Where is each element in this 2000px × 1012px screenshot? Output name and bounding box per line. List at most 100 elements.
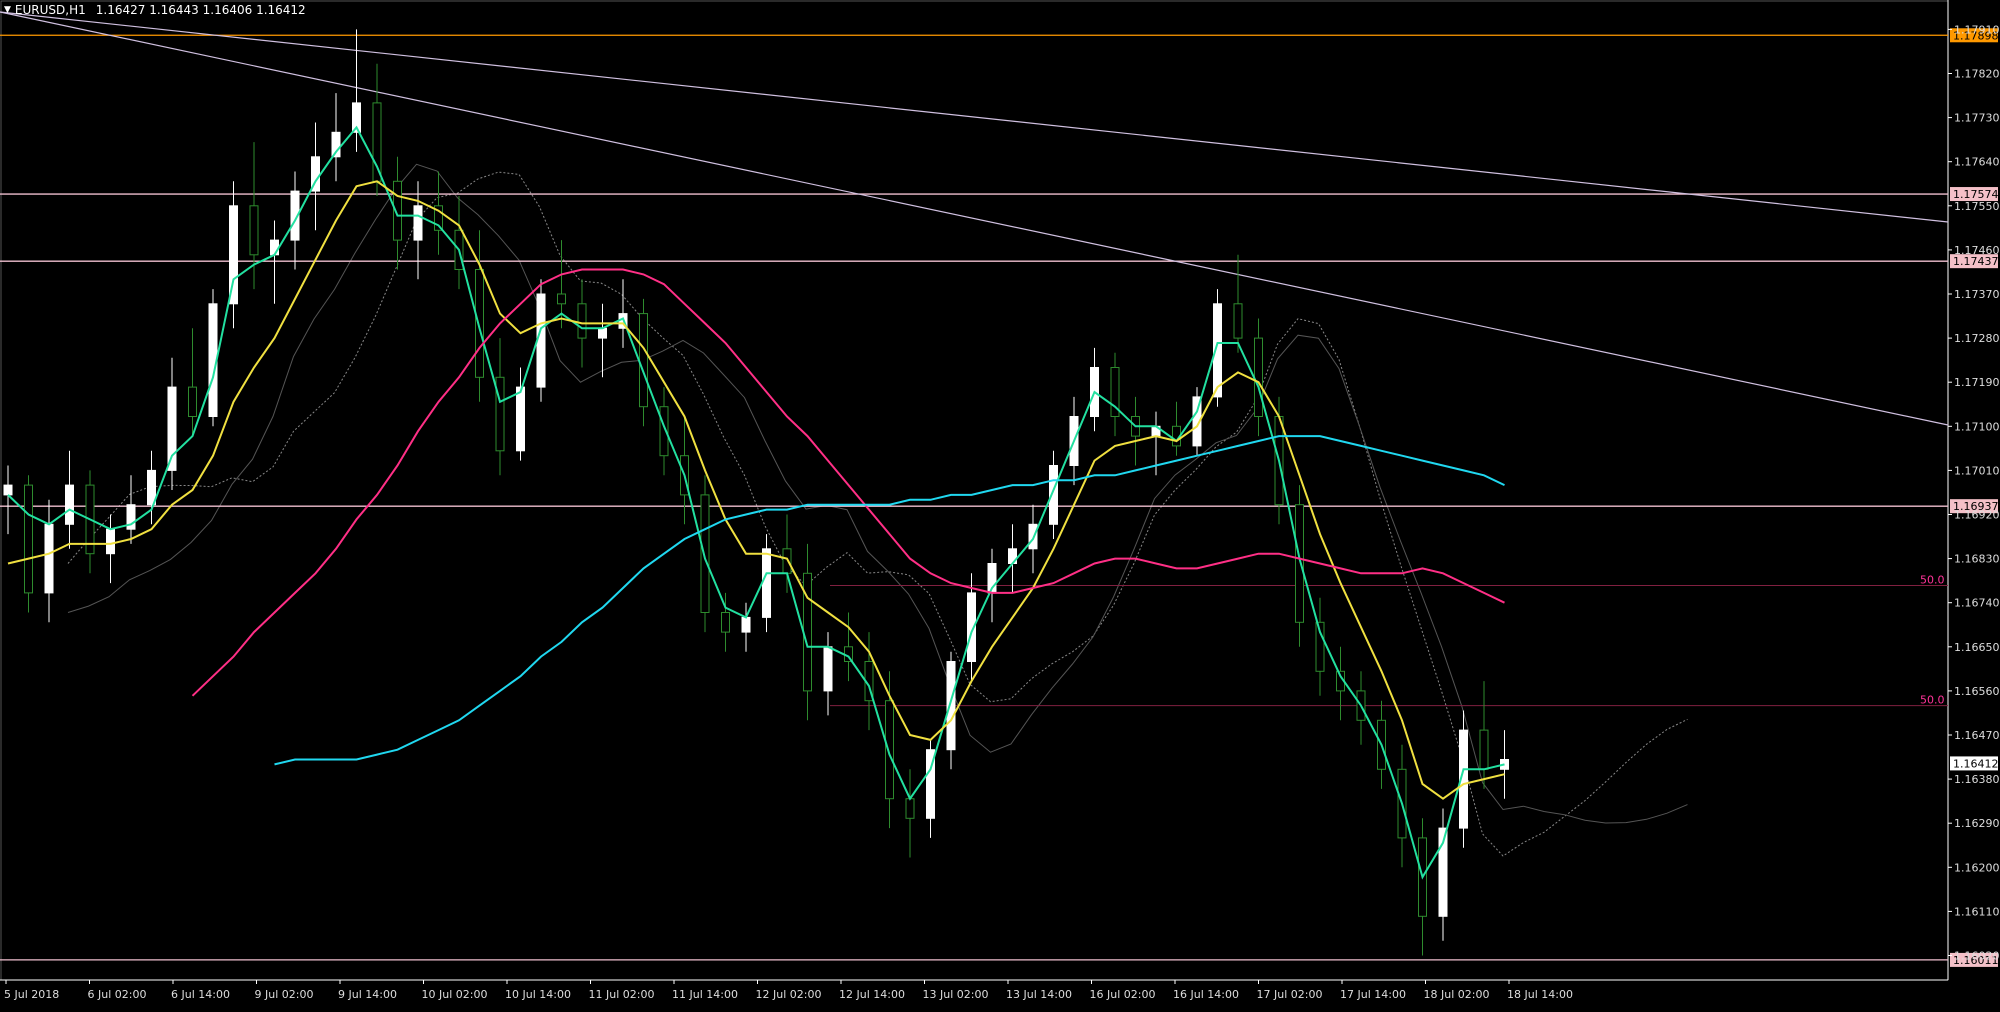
current-price-tag: 1.16412	[1950, 756, 1999, 771]
y-tick-label: 1.17550	[1954, 200, 2000, 213]
x-tick-label: 16 Jul 02:00	[1090, 988, 1156, 1001]
candle-body	[1479, 729, 1489, 770]
x-tick-label: 18 Jul 02:00	[1424, 988, 1490, 1001]
candle-body	[577, 303, 587, 339]
candle	[147, 450, 156, 525]
x-tick-label: 17 Jul 02:00	[1257, 988, 1323, 1001]
x-tick-label: 18 Jul 14:00	[1507, 988, 1573, 1001]
candle	[270, 220, 279, 304]
candle	[229, 181, 238, 329]
candle	[188, 328, 197, 437]
ohlc-readout: 1.16427 1.16443 1.16406 1.16412	[95, 3, 306, 17]
y-tick-label: 1.17100	[1954, 420, 2000, 433]
candle	[1336, 646, 1345, 721]
candle	[1090, 347, 1099, 432]
candle-body	[1233, 303, 1243, 339]
candle	[331, 93, 341, 182]
y-tick-label: 1.16110	[1954, 905, 2000, 918]
candle	[618, 279, 628, 348]
candle-body	[106, 528, 115, 555]
candle	[1479, 681, 1489, 789]
candle	[106, 514, 115, 584]
candle-body	[65, 484, 74, 525]
candle	[167, 357, 177, 490]
x-tick-label: 6 Jul 02:00	[88, 988, 147, 1001]
candle	[413, 181, 423, 280]
y-tick-label: 1.17820	[1954, 68, 2000, 81]
candle-body	[782, 548, 792, 574]
y-tick-label: 1.16200	[1954, 861, 2000, 874]
x-tick-label: 9 Jul 02:00	[255, 988, 314, 1001]
y-tick-label: 1.16920	[1954, 509, 2000, 522]
candle-body	[270, 239, 279, 256]
y-tick-label: 1.17460	[1954, 244, 2000, 257]
x-tick-label: 5 Jul 2018	[4, 988, 59, 1001]
candle	[44, 499, 54, 623]
candle-body	[536, 293, 546, 388]
fib-label: 50.0	[1920, 694, 1945, 707]
candle	[1254, 318, 1263, 437]
candle-body	[24, 484, 33, 594]
y-tick-label: 1.16830	[1954, 553, 2000, 566]
x-tick-label: 16 Jul 14:00	[1173, 988, 1239, 1001]
candle	[823, 632, 833, 716]
candle-body	[3, 484, 13, 496]
candle	[1315, 597, 1325, 696]
candle-body	[557, 293, 566, 305]
x-tick-label: 12 Jul 02:00	[756, 988, 822, 1001]
candle-body	[721, 612, 730, 633]
candle-body	[598, 327, 607, 339]
dropdown-triangle-icon[interactable]: ▼	[4, 5, 11, 15]
candle	[1131, 396, 1140, 466]
symbol-label: EURUSD,H1	[14, 3, 86, 17]
x-tick-label: 13 Jul 14:00	[1006, 988, 1072, 1001]
y-tick-label: 1.17190	[1954, 376, 2000, 389]
cloud-span-a	[67, 171, 1688, 857]
y-tick-label: 1.16740	[1954, 597, 2000, 610]
candle	[85, 470, 95, 574]
y-tick-label: 1.16020	[1954, 950, 2000, 963]
x-tick-label: 9 Jul 14:00	[338, 988, 397, 1001]
x-tick-label: 10 Jul 02:00	[422, 988, 488, 1001]
candle-body	[762, 548, 771, 618]
candle	[536, 279, 546, 402]
fib-label: 50.0	[1920, 574, 1945, 587]
candle	[1172, 401, 1181, 456]
candle-body	[1295, 504, 1304, 623]
level-tag-text: 1.17437	[1953, 255, 1999, 268]
candle-body	[1254, 337, 1263, 418]
chart-header: ▼ EURUSD,H1 1.16427 1.16443 1.16406 1.16…	[4, 3, 306, 17]
candle	[803, 543, 812, 721]
trendline-upper	[0, 11, 1949, 223]
plot-frame	[0, 0, 1949, 981]
candle	[1233, 254, 1243, 353]
candle-body	[413, 205, 423, 241]
x-tick-label: 10 Jul 14:00	[505, 988, 571, 1001]
candle	[454, 196, 464, 290]
candle	[926, 739, 935, 838]
y-tick-label: 1.17640	[1954, 156, 2000, 169]
y-tick-label: 1.16380	[1954, 773, 2000, 786]
chart-area[interactable]: 1.17898 1.17574 1.17437 1.16937 1.16011 50.0 5…	[0, 0, 2000, 1008]
candle-body	[188, 386, 197, 418]
y-tick-label: 1.16470	[1954, 729, 2000, 742]
candle-body	[741, 616, 751, 633]
x-tick-label: 11 Jul 02:00	[589, 988, 655, 1001]
y-tick-label: 1.16560	[1954, 685, 2000, 698]
candle	[372, 63, 382, 196]
cloud-span-b	[67, 163, 1688, 824]
candle	[208, 289, 218, 427]
x-tick-label: 13 Jul 02:00	[923, 988, 989, 1001]
candle-body	[946, 661, 956, 751]
x-tick-label: 17 Jul 14:00	[1340, 988, 1406, 1001]
candle	[1110, 352, 1120, 437]
price-chart[interactable]: 1.178981.175741.174371.169371.1601150.05…	[0, 0, 2000, 1008]
x-tick-label: 12 Jul 14:00	[839, 988, 905, 1001]
candle	[3, 465, 13, 535]
y-tick-label: 1.17010	[1954, 464, 2000, 477]
x-tick-label: 11 Jul 14:00	[672, 988, 738, 1001]
candle-body	[905, 798, 915, 819]
candle	[905, 769, 915, 858]
y-tick-label: 1.17730	[1954, 112, 2000, 125]
candle	[1438, 808, 1448, 941]
